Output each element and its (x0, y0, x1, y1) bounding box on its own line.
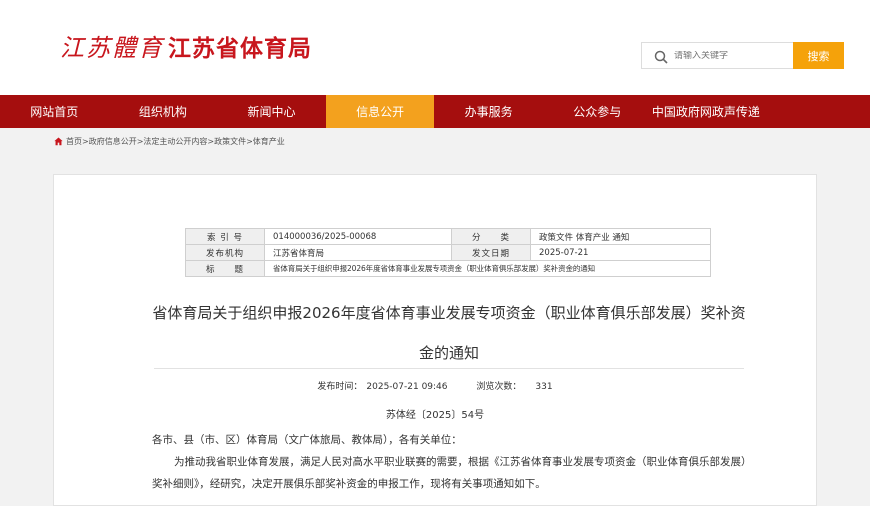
meta-title-label: 标 题 (185, 260, 265, 277)
views-label: 浏览次数： (476, 382, 522, 392)
nav-item-gov-relay[interactable]: 中国政府网政声传递 (652, 95, 761, 128)
nav-item-services[interactable]: 办事服务 (434, 95, 543, 128)
nav-item-news[interactable]: 新闻中心 (217, 95, 326, 128)
meta-date-label: 发文日期 (451, 244, 531, 261)
nav-item-home[interactable]: 网站首页 (0, 95, 109, 128)
breadcrumb: 首页>政府信息公开>法定主动公开内容>政策文件>体育产业 (0, 128, 870, 154)
search-icon (654, 49, 668, 64)
meta-date-value: 2025-07-21 (530, 244, 711, 261)
meta-category-value: 政策文件 体育产业 通知 (530, 228, 711, 245)
search-box (641, 42, 793, 69)
article-title: 省体育局关于组织申报2026年度省体育事业发展专项资金（职业体育俱乐部发展）奖补… (152, 304, 746, 362)
publish-time-label: 发布时间： (317, 382, 363, 392)
logo-calligraphy: 江苏體育 (60, 34, 164, 62)
article-salutation: 各市、县（市、区）体育局（文广体旅局、教体局），各有关单位： (152, 434, 462, 446)
logo-title: 江苏省体育局 (168, 35, 312, 62)
search-bar: 搜索 (641, 42, 844, 69)
meta-category-label: 分 类 (451, 228, 531, 245)
nav-item-info-disclosure[interactable]: 信息公开 (325, 95, 435, 128)
views-count: 331 (535, 382, 553, 392)
meta-index-label: 索 引 号 (185, 228, 265, 245)
meta-index-value: 014000036/2025-00068 (264, 228, 452, 245)
meta-org-label: 发布机构 (185, 244, 265, 261)
breadcrumb-path[interactable]: 首页>政府信息公开>法定主动公开内容>政策文件>体育产业 (66, 136, 285, 147)
site-header: 江苏體育 江苏省体育局 搜索 (0, 0, 870, 95)
meta-org-value: 江苏省体育局 (264, 244, 452, 261)
home-icon[interactable] (54, 137, 63, 146)
meta-title-value: 省体育局关于组织申报2026年度省体育事业发展专项资金（职业体育俱乐部发展）奖补… (264, 260, 711, 277)
site-logo[interactable]: 江苏體育 江苏省体育局 (60, 28, 312, 63)
nav-item-organization[interactable]: 组织机构 (109, 95, 218, 128)
article-panel: 索 引 号 014000036/2025-00068 分 类 政策文件 体育产业… (53, 174, 817, 506)
search-input[interactable] (674, 50, 774, 61)
publish-time: 2025-07-21 09:46 (366, 382, 448, 392)
main-nav: 网站首页 组织机构 新闻中心 信息公开 办事服务 公众参与 中国政府网政声传递 (0, 95, 870, 128)
nav-item-participation[interactable]: 公众参与 (543, 95, 652, 128)
document-number: 苏体经〔2025〕54号 (385, 410, 485, 421)
publish-info: 发布时间： 2025-07-21 09:46 浏览次数： 331 (54, 379, 816, 392)
document-meta-table: 索 引 号 014000036/2025-00068 分 类 政策文件 体育产业… (185, 228, 711, 277)
article-body: 各市、县（市、区）体育局（文广体旅局、教体局），各有关单位： 为推动我省职业体育… (152, 429, 752, 495)
title-divider (154, 368, 744, 369)
search-button[interactable]: 搜索 (793, 42, 844, 69)
article-paragraph: 为推动我省职业体育发展，满足人民对高水平职业联赛的需要，根据《江苏省体育事业发展… (152, 456, 752, 490)
